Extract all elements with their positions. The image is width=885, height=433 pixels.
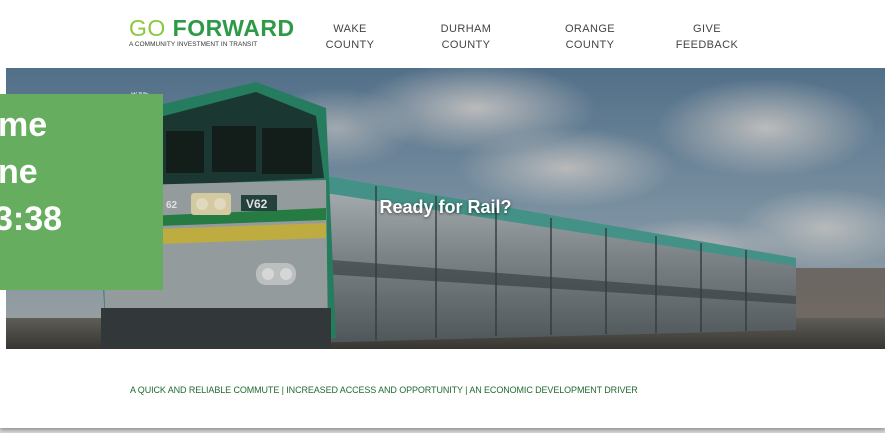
overlay-line-3: 3:38 [0, 200, 63, 238]
nav-durham-line1: DURHAM [440, 23, 492, 35]
logo-forward-text: FORWARD [172, 15, 295, 41]
logo-go-text: GO [129, 15, 166, 41]
nav-feedback-line1: GIVE [693, 23, 721, 35]
page: GO FORWARD A COMMUNITY INVESTMENT IN TRA… [0, 0, 885, 428]
nav-orange-county[interactable]: ORANGE COUNTY [535, 21, 645, 53]
nav-durham-county[interactable]: DURHAM COUNTY [411, 21, 521, 53]
nav-orange-line1: ORANGE [564, 23, 616, 35]
nav-feedback-line2: FEEDBACK [675, 39, 739, 51]
nav-wake-line2: COUNTY [325, 39, 375, 51]
site-header: GO FORWARD A COMMUNITY INVESTMENT IN TRA… [0, 0, 885, 68]
nav-wake-county[interactable]: WAKE COUNTY [295, 21, 405, 53]
logo-subtitle: A COMMUNITY INVESTMENT IN TRANSIT [129, 41, 258, 48]
overlay-line-1: me [0, 106, 48, 144]
overlay-text-box: me ne 3:38 [0, 94, 163, 290]
nav-wake-line1: WAKE [333, 23, 367, 35]
nav-give-feedback[interactable]: GIVE FEEDBACK [652, 21, 762, 53]
overlay-line-2: ne [0, 153, 38, 191]
tagline: A QUICK AND RELIABLE COMMUTE | INCREASED… [130, 385, 638, 395]
nav-orange-line2: COUNTY [565, 39, 615, 51]
nav-durham-line2: COUNTY [441, 39, 491, 51]
go-forward-logo[interactable]: GO FORWARD A COMMUNITY INVESTMENT IN TRA… [129, 16, 301, 52]
logo-wordmark: GO FORWARD [129, 16, 301, 40]
